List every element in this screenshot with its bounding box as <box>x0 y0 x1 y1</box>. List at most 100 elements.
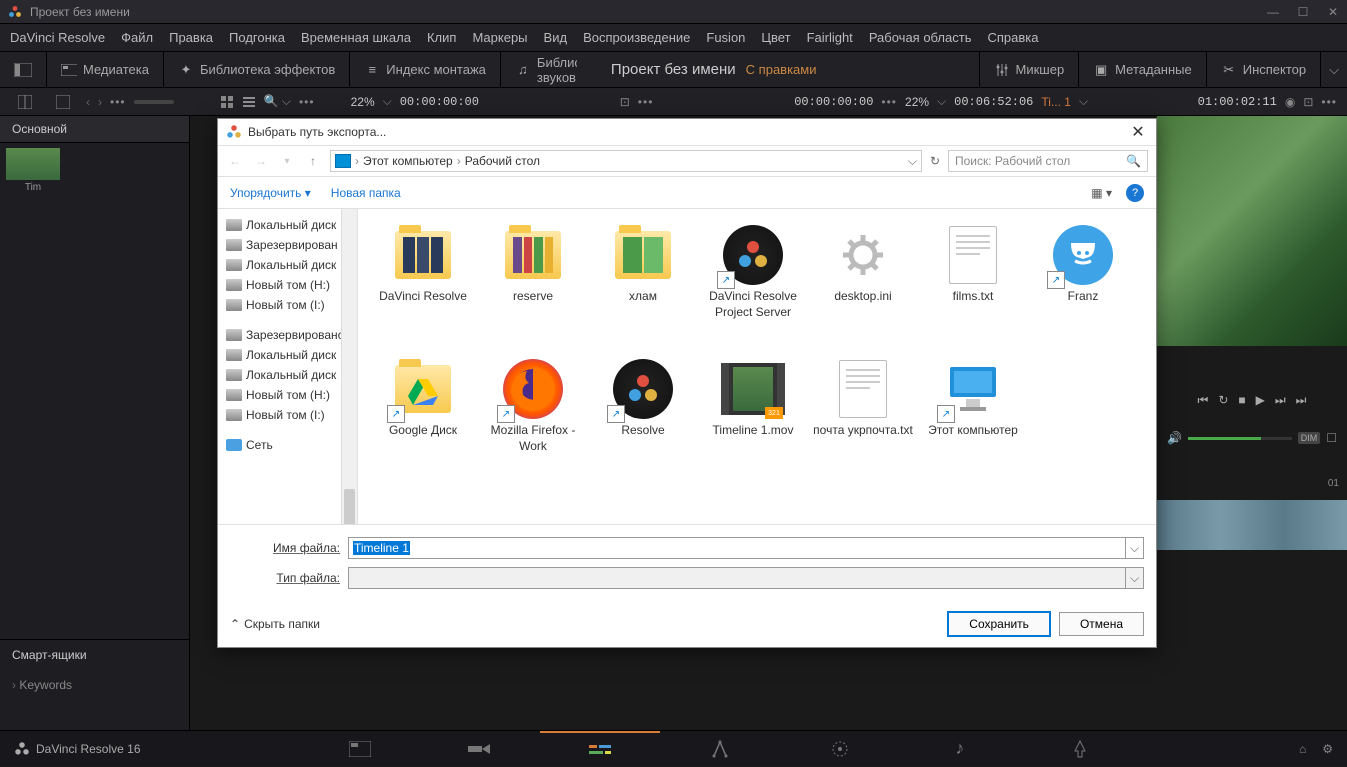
menu-markers[interactable]: Маркеры <box>472 30 527 45</box>
breadcrumb[interactable]: › Этот компьютер › Рабочий стол ⌵ <box>330 150 922 172</box>
page-deliver[interactable] <box>1020 731 1140 767</box>
file-item[interactable]: хлам <box>588 219 698 349</box>
ellipsis-icon[interactable]: ••• <box>638 95 654 109</box>
search-icon[interactable]: 🔍 ⌵ <box>264 94 291 109</box>
tree-item[interactable]: Зарезервирован <box>222 235 353 255</box>
file-item[interactable]: films.txt <box>918 219 1028 349</box>
menu-davinci[interactable]: DaVinci Resolve <box>10 30 105 45</box>
list-view-icon[interactable] <box>242 95 256 109</box>
keywords-item[interactable]: › Keywords <box>0 670 189 700</box>
toolbar-index[interactable]: ≡Индекс монтажа <box>350 52 500 88</box>
play-icon[interactable]: ▶ <box>1256 393 1265 407</box>
toolbar-inspector[interactable]: ✂Инспектор <box>1207 52 1320 88</box>
dialog-close-button[interactable]: ✕ <box>1128 122 1148 142</box>
maximize-button[interactable]: ☐ <box>1297 5 1309 19</box>
viewer-preview[interactable] <box>1157 116 1347 346</box>
nav-forward-button[interactable]: → <box>252 154 270 168</box>
menu-help[interactable]: Справка <box>987 30 1038 45</box>
menu-clip[interactable]: Клип <box>427 30 456 45</box>
toolbar-metadata[interactable]: ▣Метаданные <box>1079 52 1206 88</box>
smart-bins-header[interactable]: Смарт-ящики <box>0 639 189 670</box>
file-item[interactable]: ↗DaVinci Resolve Project Server <box>698 219 808 349</box>
layout-icon[interactable] <box>18 95 32 109</box>
menu-timeline[interactable]: Временная шкала <box>301 30 411 45</box>
dim-badge[interactable]: DIM <box>1298 432 1321 444</box>
fit-icon[interactable]: ⊡ <box>620 95 630 109</box>
help-button[interactable]: ? <box>1126 184 1144 202</box>
tree-item[interactable]: Локальный диск <box>222 215 353 235</box>
zoom-percent-right[interactable]: 22% <box>905 95 929 109</box>
tree-item-network[interactable]: Сеть <box>222 435 353 455</box>
breadcrumb-segment[interactable]: Рабочий стол <box>465 154 540 168</box>
save-button[interactable]: Сохранить <box>947 611 1051 637</box>
prev-clip-icon[interactable]: ⏮ <box>1198 393 1209 408</box>
filetype-select[interactable]: ⌵ <box>348 567 1144 589</box>
bin-tab[interactable]: Основной <box>0 116 189 143</box>
sidebar-toggle-icon[interactable] <box>0 52 46 88</box>
nav-back-button[interactable]: ← <box>226 154 244 168</box>
ellipsis-icon[interactable]: ••• <box>1321 95 1337 109</box>
next-clip-icon[interactable]: ⏭ <box>1275 393 1286 408</box>
file-item[interactable]: ↗Resolve <box>588 353 698 483</box>
tree-scrollbar[interactable] <box>341 209 357 524</box>
mono-icon[interactable]: ☐ <box>1326 431 1337 445</box>
tree-item[interactable]: Новый том (H:) <box>222 275 353 295</box>
record-icon[interactable]: ◉ <box>1285 95 1295 109</box>
tree-item[interactable]: Новый том (I:) <box>222 295 353 315</box>
zoom-percent-left[interactable]: 22% <box>351 95 375 109</box>
toolbar-effects[interactable]: ✦Библиотека эффектов <box>164 52 349 88</box>
file-item[interactable]: почта укрпочта.txt <box>808 353 918 483</box>
filename-input[interactable]: Timeline 1⌵ <box>348 537 1144 559</box>
menu-workspace[interactable]: Рабочая область <box>869 30 972 45</box>
cancel-button[interactable]: Отмена <box>1059 612 1144 636</box>
menu-view[interactable]: Вид <box>544 30 568 45</box>
page-cut[interactable] <box>420 731 540 767</box>
home-icon[interactable]: ⌂ <box>1299 742 1306 756</box>
speaker-icon[interactable]: 🔊 <box>1167 431 1182 445</box>
tree-item[interactable]: Локальный диск <box>222 345 353 365</box>
menu-file[interactable]: Файл <box>121 30 153 45</box>
nav-recent-button[interactable]: ▾ <box>278 156 296 167</box>
tree-item[interactable]: Новый том (H:) <box>222 385 353 405</box>
menu-fairlight[interactable]: Fairlight <box>807 30 853 45</box>
breadcrumb-dropdown[interactable]: ⌵ <box>908 154 917 169</box>
close-button[interactable]: ✕ <box>1327 5 1339 19</box>
menu-fusion[interactable]: Fusion <box>706 30 745 45</box>
viewer-icon[interactable] <box>56 95 70 109</box>
tree-item[interactable]: Зарезервировано <box>222 325 353 345</box>
tree-item[interactable]: Новый том (I:) <box>222 405 353 425</box>
menu-color[interactable]: Цвет <box>761 30 790 45</box>
nav-up-button[interactable]: ↑ <box>304 154 322 168</box>
search-input[interactable]: Поиск: Рабочий стол 🔍 <box>948 150 1148 172</box>
page-media[interactable] <box>300 731 420 767</box>
page-fusion[interactable] <box>660 731 780 767</box>
menu-edit[interactable]: Правка <box>169 30 213 45</box>
new-folder-button[interactable]: Новая папка <box>331 186 401 200</box>
refresh-button[interactable]: ↻ <box>930 154 940 168</box>
loop-icon[interactable]: ↻ <box>1218 393 1228 407</box>
timeline-name[interactable]: Ti... 1 <box>1041 95 1071 109</box>
toolbar-expand-icon[interactable]: ⌵ <box>1321 52 1347 88</box>
file-item[interactable]: ↗Franz <box>1028 219 1138 349</box>
page-fairlight[interactable]: ♪ <box>900 731 1020 767</box>
settings-icon[interactable]: ⚙ <box>1322 742 1333 756</box>
file-item[interactable]: desktop.ini <box>808 219 918 349</box>
stop-icon[interactable]: ■ <box>1238 393 1245 407</box>
ellipsis-icon[interactable]: ••• <box>881 95 897 109</box>
file-item[interactable]: ↗Этот компьютер <box>918 353 1028 483</box>
end-icon[interactable]: ⏭ <box>1296 393 1307 408</box>
chevron-down-icon[interactable]: ⌵ <box>1125 538 1143 558</box>
menu-playback[interactable]: Воспроизведение <box>583 30 690 45</box>
tree-item[interactable]: Локальный диск <box>222 365 353 385</box>
page-edit[interactable] <box>540 731 660 767</box>
clip-thumbnail[interactable] <box>6 148 60 180</box>
file-item[interactable]: ↗Mozilla Firefox - Work <box>478 353 588 483</box>
file-item[interactable]: DaVinci Resolve <box>368 219 478 349</box>
volume-slider[interactable] <box>1188 437 1292 440</box>
file-item[interactable]: ↗Google Диск <box>368 353 478 483</box>
ellipsis-icon[interactable]: ••• <box>110 95 126 109</box>
thumbnail-strip[interactable] <box>1157 500 1347 550</box>
organize-button[interactable]: Упорядочить ▾ <box>230 186 311 200</box>
chevron-down-icon[interactable]: ⌵ <box>1125 568 1143 588</box>
file-item[interactable]: reserve <box>478 219 588 349</box>
